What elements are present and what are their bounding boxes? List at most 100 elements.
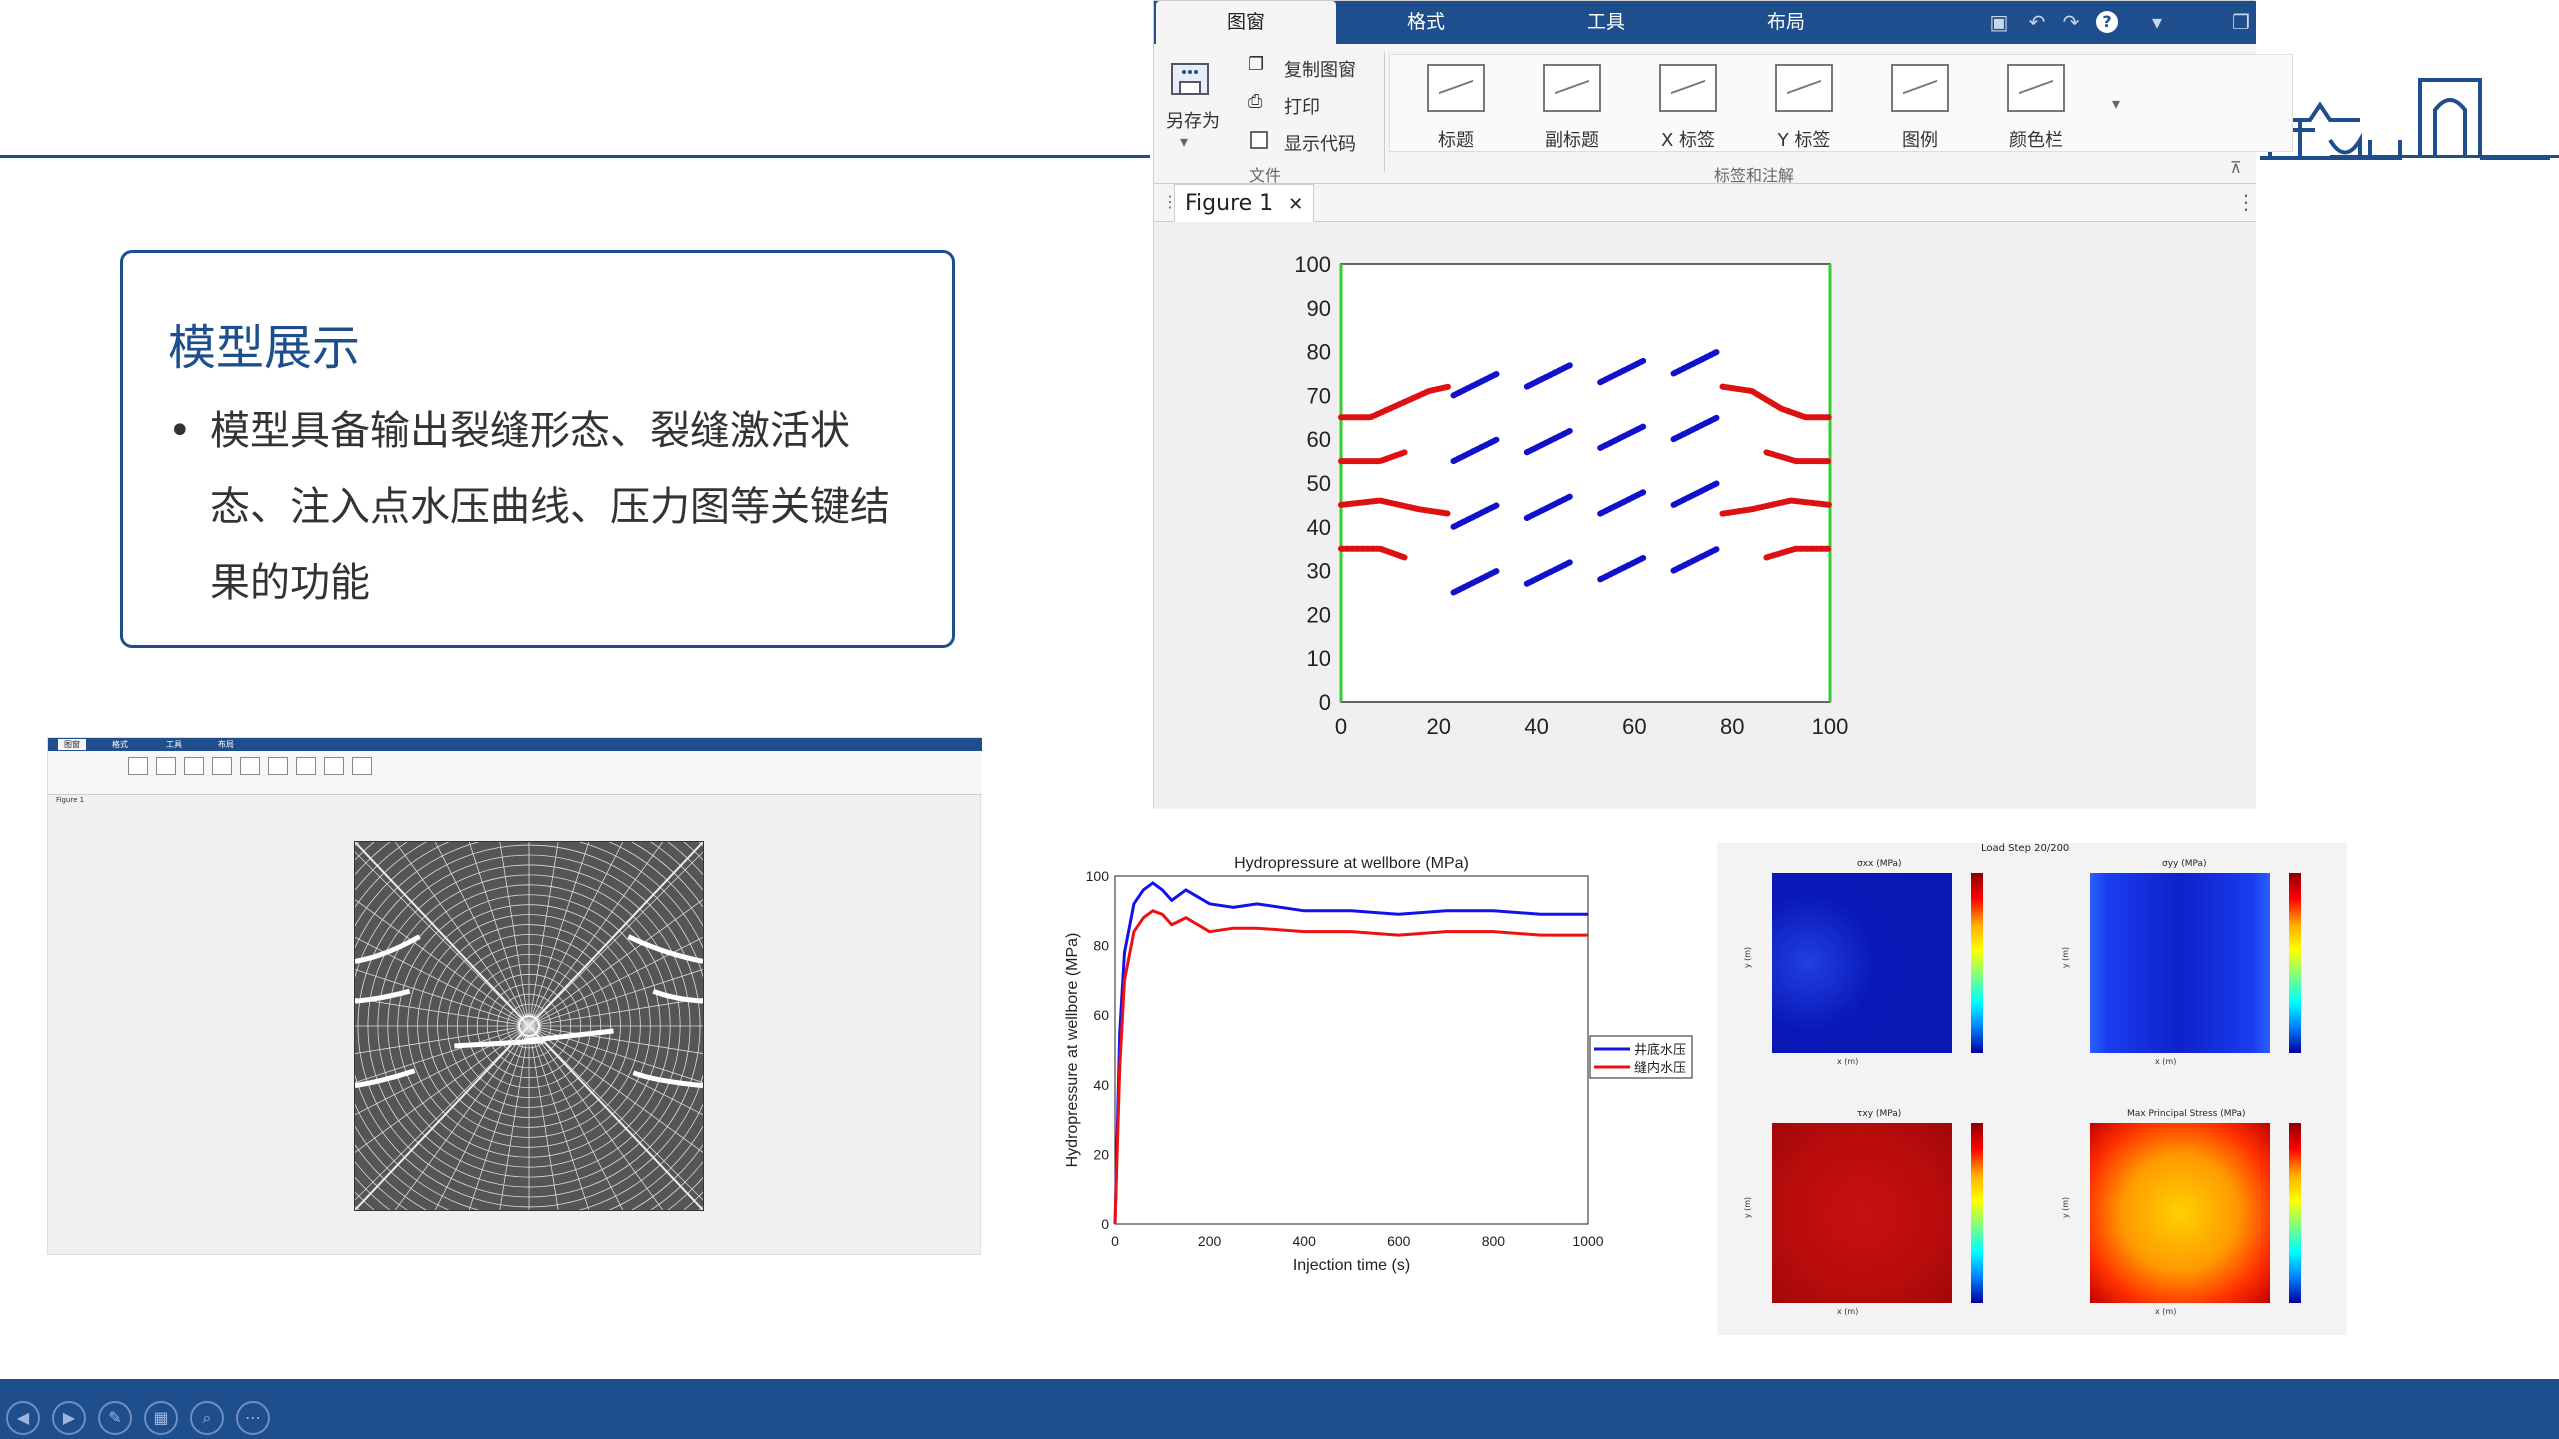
zoom-icon[interactable]: ⌕	[190, 1401, 224, 1435]
copy-figure-button[interactable]: 复制图窗	[1284, 56, 1356, 82]
sxx-title: σxx (MPa)	[1857, 859, 1902, 869]
pen-icon[interactable]: ✎	[98, 1401, 132, 1435]
legend-button[interactable]: 图例	[1872, 64, 1968, 174]
sxx-ylabel: y (m)	[1743, 946, 1753, 969]
title-button[interactable]: 标题	[1408, 64, 1504, 174]
y-tick-label: 70	[1307, 383, 1331, 408]
fracture-plot: 0 20 40 60 80 100 0 10 20 30 40 50 60 70 80 90 100	[1294, 252, 1848, 739]
tab-figure[interactable]: 图窗	[1156, 1, 1336, 44]
y-tick-label: 80	[1093, 938, 1109, 954]
syy-map	[2090, 873, 2270, 1053]
divider	[1384, 52, 1385, 172]
x-tick-label: 1000	[1572, 1233, 1603, 1249]
small-figure-tab[interactable]: Figure 1	[56, 796, 84, 804]
syy-ylabel: y (m)	[2061, 946, 2071, 969]
x-tick-label: 20	[1427, 714, 1451, 739]
slide-title: 模型展示	[168, 320, 361, 376]
chart-title: Hydropressure at wellbore (MPa)	[1234, 855, 1469, 872]
tab-format[interactable]: 格式	[1336, 1, 1516, 44]
chevron-down-icon[interactable]: ▾	[1180, 132, 1188, 151]
chevron-down-icon[interactable]: ▾	[2146, 11, 2168, 33]
sxx-map	[1772, 873, 1952, 1053]
y-tick-label: 10	[1307, 646, 1331, 671]
header-line	[0, 155, 1150, 158]
more-options-icon[interactable]: ⋯	[236, 1401, 270, 1435]
small-ribbon-tab-bar: 图窗 格式 工具 布局	[48, 738, 982, 751]
figure-tab-bar: ⋮ Figure 1 ✕ ⋮	[1154, 184, 2256, 222]
next-slide-icon[interactable]: ▶	[52, 1401, 86, 1435]
previous-slide-icon[interactable]: ◀	[6, 1401, 40, 1435]
small-tab-figure[interactable]: 图窗	[58, 739, 86, 750]
y-tick-label: 100	[1294, 252, 1331, 277]
y-tick-label: 0	[1319, 690, 1331, 715]
tab-layout[interactable]: 布局	[1696, 1, 1876, 44]
syy-xlabel: x (m)	[2155, 1057, 2177, 1066]
mesh-figure-window: 图窗 格式 工具 布局 Figure 1	[47, 737, 982, 1255]
x-tick-label: 60	[1622, 714, 1646, 739]
show-code-checkbox[interactable]	[1250, 131, 1268, 149]
max-principal-map	[2090, 1123, 2270, 1303]
max-principal-title: Max Principal Stress (MPa)	[2127, 1109, 2246, 1119]
bullet-text: 模型具备输出裂缝形态、裂缝激活状态、注入点水压曲线、压力图等关键结果的功能	[210, 408, 890, 606]
university-logo-icon	[2255, 78, 2550, 160]
presentation-toolbar	[0, 1379, 2559, 1439]
undo-icon[interactable]: ↶	[2026, 11, 2048, 33]
small-tab-tools[interactable]: 工具	[166, 739, 182, 750]
ylabel-icon	[1775, 64, 1833, 112]
figure-tab[interactable]: Figure 1 ✕	[1174, 184, 1315, 222]
x-tick-label: 40	[1524, 714, 1548, 739]
x-axis-label: Injection time (s)	[1293, 1257, 1410, 1274]
y-tick-label: 100	[1086, 868, 1110, 884]
txy-colorbar	[1971, 1123, 1983, 1303]
hydropressure-chart: Hydropressure at wellbore (MPa) Injection…	[1064, 855, 1693, 1274]
print-button[interactable]: 打印	[1284, 93, 1320, 119]
legend-icon	[1891, 64, 1949, 112]
x-tick-label: 400	[1293, 1233, 1317, 1249]
stress-maps: Load Step 20/200 σxx (MPa) x (m) y (m) σ…	[1717, 843, 2347, 1335]
more-options-icon[interactable]: ⋮	[2236, 190, 2256, 214]
small-tab-format[interactable]: 格式	[112, 739, 128, 750]
subtitle-button[interactable]: 副标题	[1524, 64, 1620, 174]
x-tick-label: 80	[1720, 714, 1744, 739]
copy-icon: ❐	[1248, 54, 1265, 75]
x-tick-label: 0	[1111, 1233, 1119, 1249]
undock-icon[interactable]: ❐	[2230, 11, 2252, 33]
syy-title: σyy (MPa)	[2162, 859, 2207, 869]
tab-tools[interactable]: 工具	[1516, 1, 1696, 44]
xlabel-button[interactable]: X 标签	[1640, 64, 1736, 174]
ylabel-button[interactable]: Y 标签	[1756, 64, 1852, 174]
small-tab-layout[interactable]: 布局	[218, 739, 234, 750]
y-tick-label: 20	[1093, 1146, 1109, 1162]
save-as-button[interactable]: 另存为	[1166, 107, 1220, 133]
matlab-figure-window: 图窗 格式 工具 布局 ▣ ↶ ↷ ? ▾ ❐ 另存为 ▾ ❐ 复制图窗 ⎙ 打…	[1153, 0, 2293, 809]
x-tick-label: 200	[1198, 1233, 1222, 1249]
figure-tab-label: Figure 1	[1185, 191, 1274, 216]
y-tick-label: 50	[1307, 471, 1331, 496]
mesh-plot	[354, 841, 704, 1211]
redo-icon[interactable]: ↷	[2060, 11, 2082, 33]
y-tick-label: 60	[1093, 1007, 1109, 1023]
save-as-icon[interactable]	[1168, 56, 1212, 100]
y-tick-label: 40	[1307, 515, 1331, 540]
file-group-label: 文件	[1249, 166, 1282, 185]
help-icon[interactable]: ?	[2096, 11, 2118, 33]
close-icon[interactable]: ✕	[1288, 194, 1303, 215]
txy-title: τxy (MPa)	[1857, 1109, 1902, 1119]
ribbon: 另存为 ▾ ❐ 复制图窗 ⎙ 打印 显示代码 文件 标题 副标题 X 标签 Y …	[1154, 44, 2293, 185]
load-step-title: Load Step 20/200	[1981, 843, 2070, 854]
slides-overview-icon[interactable]: ▦	[144, 1401, 178, 1435]
txy-map	[1772, 1123, 1952, 1303]
y-tick-label: 30	[1307, 559, 1331, 584]
xlabel-icon	[1659, 64, 1717, 112]
legend-label: 井底水压	[1634, 1042, 1686, 1058]
collapse-ribbon-icon[interactable]: ⊼	[2230, 158, 2242, 177]
small-ribbon	[48, 751, 982, 795]
gallery-expand-icon[interactable]: ▾	[2112, 94, 2120, 113]
syy-colorbar	[2289, 873, 2301, 1053]
colorbar-button[interactable]: 颜色栏	[1988, 64, 2084, 174]
save-icon[interactable]: ▣	[1988, 11, 2010, 33]
txy-xlabel: x (m)	[1837, 1307, 1859, 1316]
subtitle-icon	[1543, 64, 1601, 112]
y-tick-label: 60	[1307, 427, 1331, 452]
figure-canvas: 0 20 40 60 80 100 0 10 20 30 40 50 60 70 80 90 100	[1154, 222, 2256, 809]
